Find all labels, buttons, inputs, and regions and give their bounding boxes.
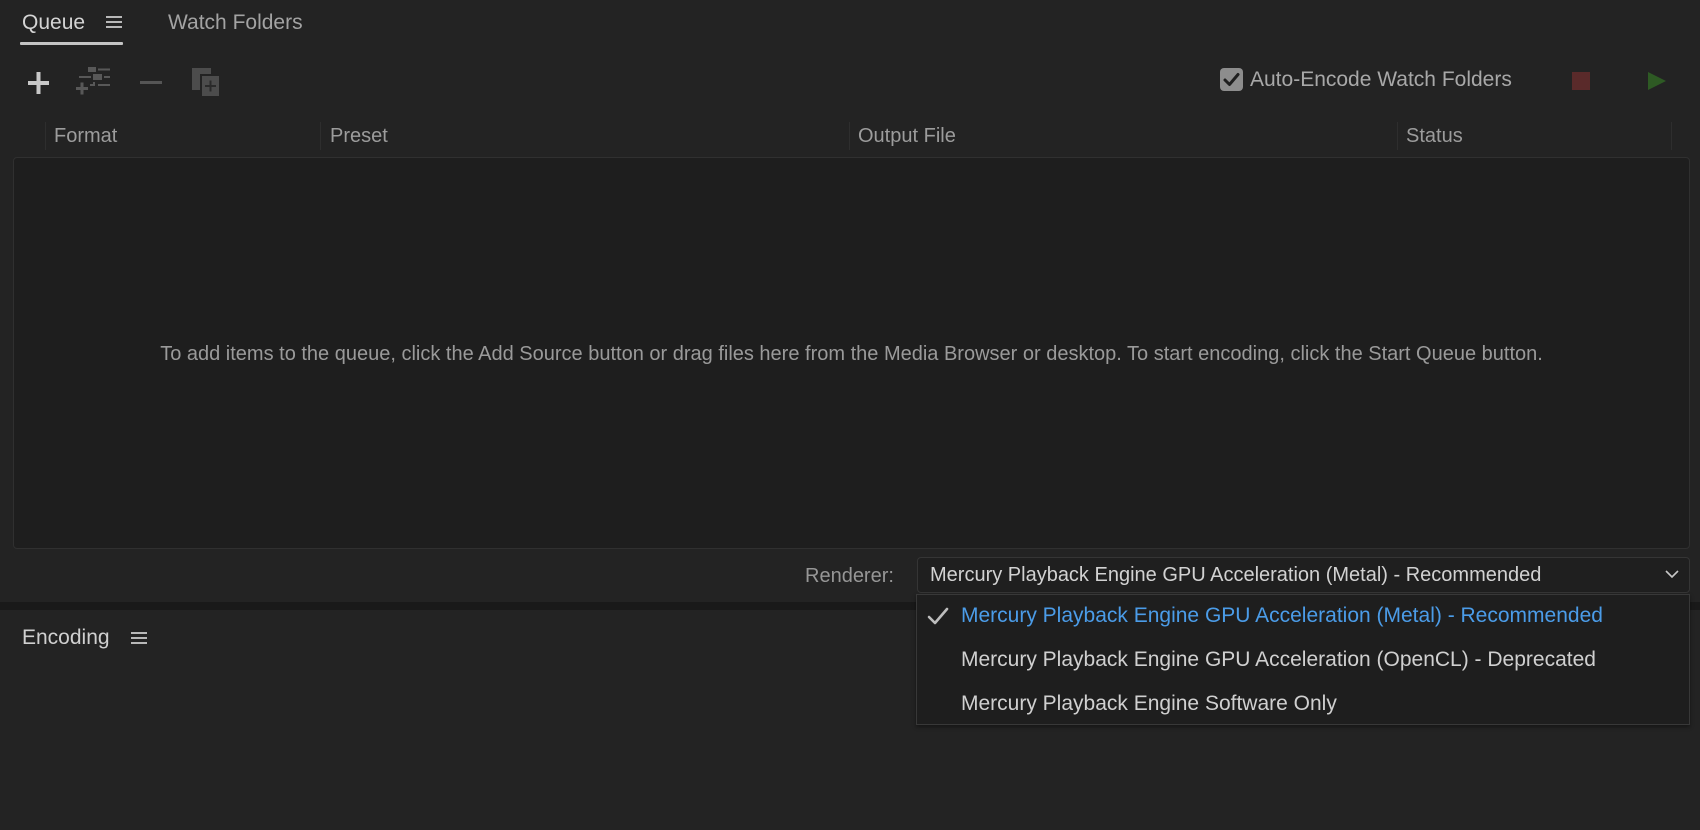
renderer-option-label: Mercury Playback Engine GPU Acceleration… [961,648,1596,671]
active-tab-indicator [20,42,123,45]
column-separator[interactable] [1397,122,1398,150]
column-separator[interactable] [849,122,850,150]
column-separator[interactable] [45,122,46,150]
duplicate-icon [192,68,221,98]
minus-icon [140,81,162,84]
remove-button[interactable] [138,67,170,99]
column-header-status[interactable]: Status [1406,123,1463,149]
checkmark-icon [1223,73,1240,86]
renderer-option-label: Mercury Playback Engine Software Only [961,692,1337,715]
duplicate-button[interactable] [192,67,224,99]
tab-queue[interactable]: Queue [22,10,85,36]
add-output-button[interactable] [76,67,110,99]
chevron-down-icon [1665,570,1679,579]
plus-icon [28,72,49,94]
renderer-option[interactable]: Mercury Playback Engine GPU Acceleration… [917,639,1689,683]
column-header-output-file[interactable]: Output File [858,123,956,149]
auto-encode-checkbox[interactable] [1220,68,1243,91]
tab-watch-folders[interactable]: Watch Folders [168,10,303,36]
renderer-selected-value: Mercury Playback Engine GPU Acceleration… [930,564,1542,586]
column-header-preset[interactable]: Preset [330,123,388,149]
renderer-select[interactable]: Mercury Playback Engine GPU Acceleration… [917,557,1690,593]
queue-empty-hint: To add items to the queue, click the Add… [160,343,1543,365]
column-separator[interactable] [1671,122,1672,150]
checkmark-icon [927,607,949,625]
renderer-option[interactable]: Mercury Playback Engine GPU Acceleration… [917,595,1689,639]
renderer-label: Renderer: [805,565,894,587]
auto-encode-label[interactable]: Auto-Encode Watch Folders [1250,67,1512,93]
stop-queue-button[interactable] [1572,72,1590,90]
add-source-button[interactable] [22,67,54,99]
column-separator[interactable] [320,122,321,150]
renderer-option-label: Mercury Playback Engine GPU Acceleration… [961,604,1603,627]
renderer-dropdown-list: Mercury Playback Engine GPU Acceleration… [916,594,1690,725]
encoding-panel-title: Encoding [22,626,110,649]
start-queue-button[interactable] [1648,72,1666,90]
encoding-panel-menu-icon[interactable] [131,632,147,644]
queue-panel-menu-icon[interactable] [106,16,122,28]
renderer-option[interactable]: Mercury Playback Engine Software Only [917,683,1689,727]
add-output-icon [76,67,110,95]
column-header-format[interactable]: Format [54,123,117,149]
